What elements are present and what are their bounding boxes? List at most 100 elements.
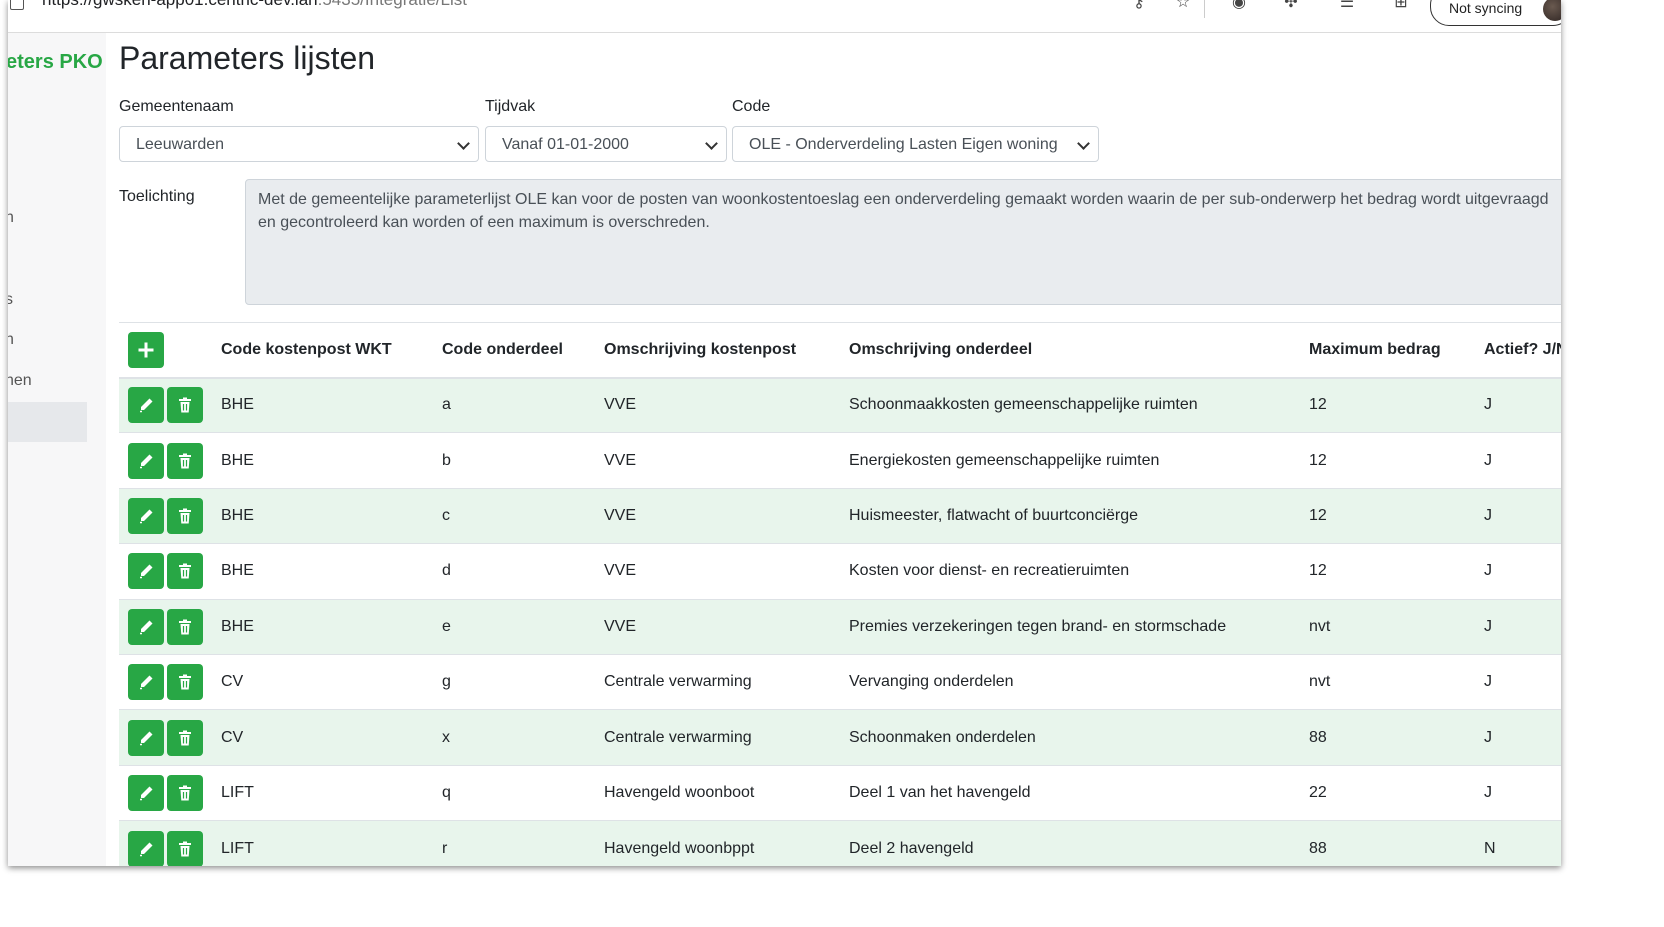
table-row: CV g Centrale verwarming Vervanging onde… (119, 654, 1561, 709)
delete-button[interactable] (167, 387, 203, 424)
pencil-icon (140, 842, 153, 856)
cell-omschrijving-kostenpost: VVE (604, 562, 637, 580)
cell-omschrijving-onderdeel: Deel 1 van het havengeld (849, 783, 1031, 801)
row-actions (119, 654, 221, 709)
table-row: BHE b VVE Energiekosten gemeenschappelij… (119, 432, 1561, 488)
chevron-down-icon (1077, 137, 1090, 150)
edit-button[interactable] (128, 608, 164, 645)
delete-button[interactable] (167, 553, 203, 590)
key-icon[interactable]: ⚷ (1130, 0, 1148, 12)
plus-icon (138, 342, 154, 358)
edit-button[interactable] (128, 442, 164, 479)
sidebar-item-4[interactable]: nen (8, 372, 32, 390)
row-actions (119, 821, 221, 866)
delete-button[interactable] (167, 830, 203, 866)
favorites-icon[interactable]: ☰ (1338, 0, 1356, 12)
cell-omschrijving-onderdeel: Schoonmaken onderdelen (849, 728, 1036, 746)
edit-button[interactable] (128, 497, 164, 534)
cell-omschrijving-kostenpost: Havengeld woonbppt (604, 839, 755, 857)
tijdvak-select[interactable]: Vanaf 01-01-2000 (485, 126, 727, 162)
edit-button[interactable] (128, 830, 164, 866)
delete-button[interactable] (167, 719, 203, 756)
sidebar-item-2[interactable]: s (8, 291, 13, 309)
cell-omschrijving-kostenpost: Havengeld woonboot (604, 783, 755, 801)
table-row: BHE e VVE Premies verzekeringen tegen br… (119, 599, 1561, 655)
header-code-kostenpost[interactable]: Code kostenpost WKT (221, 323, 442, 378)
code-select[interactable]: OLE - Onderverdeling Lasten Eigen woning (732, 126, 1099, 162)
collections-icon[interactable]: ⊞ (1392, 0, 1410, 12)
gemeente-select[interactable]: Leeuwarden (119, 126, 479, 162)
sidebar-item-active[interactable] (8, 402, 87, 442)
table-row: LIFT q Havengeld woonboot Deel 1 van het… (119, 765, 1561, 820)
edit-button[interactable] (128, 664, 164, 701)
gemeente-label: Gemeentenaam (119, 98, 234, 115)
cell-actief: J (1484, 673, 1492, 691)
cell-maximum-bedrag: 22 (1309, 783, 1327, 801)
trash-icon (179, 563, 191, 579)
cell-code-onderdeel: g (442, 673, 451, 691)
delete-button[interactable] (167, 497, 203, 534)
row-actions (119, 378, 221, 433)
cell-code-kostenpost: LIFT (221, 783, 254, 801)
pencil-icon (140, 398, 153, 413)
cell-omschrijving-kostenpost: Centrale verwarming (604, 728, 752, 746)
cell-code-onderdeel: d (442, 562, 451, 580)
profile-sync-button[interactable]: Not syncing (1430, 0, 1561, 26)
cell-maximum-bedrag: 12 (1309, 396, 1327, 414)
trash-icon (179, 397, 191, 413)
sidebar: eters PKO n s n nen (8, 33, 106, 866)
edit-button[interactable] (128, 774, 164, 811)
screenshot-frame: https://gwsken-app01.centric-dev.lan:543… (8, 0, 1561, 866)
row-actions (119, 765, 221, 820)
header-omschrijving-onderdeel[interactable]: Omschrijving onderdeel (849, 323, 1309, 378)
tracking-icon[interactable]: ◉ (1230, 0, 1248, 12)
cell-omschrijving-onderdeel: Energiekosten gemeenschappelijke ruimten (849, 451, 1160, 469)
cell-omschrijving-kostenpost: VVE (604, 396, 637, 414)
cell-code-kostenpost: BHE (221, 562, 254, 580)
cell-actief: N (1484, 839, 1496, 857)
pencil-icon (140, 786, 153, 801)
trash-icon (179, 508, 191, 524)
edit-button[interactable] (128, 719, 164, 756)
table-row: BHE d VVE Kosten voor dienst- en recreat… (119, 543, 1561, 599)
add-button[interactable] (128, 331, 164, 368)
add-favorite-icon[interactable]: ☆ (1174, 0, 1192, 12)
cell-omschrijving-onderdeel: Vervanging onderdelen (849, 673, 1014, 691)
cell-omschrijving-kostenpost: VVE (604, 506, 637, 524)
page-info-icon[interactable] (10, 0, 24, 10)
header-actief[interactable]: Actief? J/N (1484, 323, 1561, 378)
row-actions (119, 488, 221, 543)
chevron-down-icon (457, 137, 470, 150)
cell-maximum-bedrag: 12 (1309, 451, 1327, 469)
edit-button[interactable] (128, 387, 164, 424)
cell-code-kostenpost: LIFT (221, 839, 254, 857)
header-omschrijving-kostenpost[interactable]: Omschrijving kostenpost (604, 323, 849, 378)
sidebar-item-3[interactable]: n (8, 331, 14, 349)
cell-maximum-bedrag: nvt (1309, 673, 1331, 691)
cell-actief: J (1484, 451, 1492, 469)
header-maximum-bedrag[interactable]: Maximum bedrag (1309, 323, 1484, 378)
tijdvak-label: Tijdvak (485, 98, 536, 115)
parameters-table: Code kostenpost WKT Code onderdeel Omsch… (119, 322, 1561, 866)
address-bar[interactable]: https://gwsken-app01.centric-dev.lan:543… (42, 0, 467, 10)
cell-code-onderdeel: c (442, 506, 450, 524)
cell-omschrijving-onderdeel: Premies verzekeringen tegen brand- en st… (849, 617, 1227, 635)
add-column-header (119, 323, 221, 378)
url-host: https://gwsken-app01.centric-dev.lan (42, 0, 318, 9)
cell-omschrijving-kostenpost: VVE (604, 617, 637, 635)
delete-button[interactable] (167, 608, 203, 645)
toelichting-textarea[interactable]: Met de gemeentelijke parameterlijst OLE … (245, 179, 1561, 305)
delete-button[interactable] (167, 664, 203, 701)
extensions-icon[interactable]: ✣ (1282, 0, 1300, 12)
edit-button[interactable] (128, 553, 164, 590)
sidebar-item-1[interactable]: n (8, 209, 14, 227)
code-value: OLE - Onderverdeling Lasten Eigen woning (749, 136, 1058, 153)
trash-icon (179, 841, 191, 857)
browser-toolbar: https://gwsken-app01.centric-dev.lan:543… (8, 0, 1561, 33)
cell-code-kostenpost: BHE (221, 396, 254, 414)
trash-icon (179, 730, 191, 746)
cell-omschrijving-onderdeel: Kosten voor dienst- en recreatieruimten (849, 562, 1130, 580)
delete-button[interactable] (167, 442, 203, 479)
header-code-onderdeel[interactable]: Code onderdeel (442, 323, 604, 378)
delete-button[interactable] (167, 774, 203, 811)
